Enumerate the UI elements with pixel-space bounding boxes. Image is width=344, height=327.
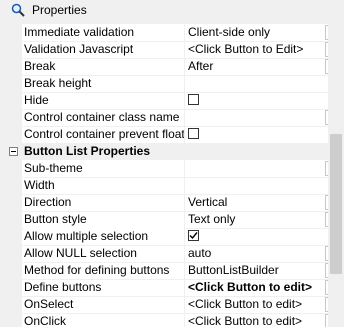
property-row-direction[interactable]: Direction Vertical [4,194,328,212]
property-name: Width [24,178,55,192]
property-row-button-style[interactable]: Button style Text only [4,211,328,229]
property-value[interactable]: Text only [188,211,322,228]
property-row-onclick[interactable]: OnClick <Click Button to edit> ••• [4,313,328,327]
scrollbar-thumb[interactable] [330,134,342,274]
property-value[interactable]: <Click Button to edit> [188,313,322,327]
property-row-onselect[interactable]: OnSelect <Click Button to edit> ••• [4,296,328,314]
minus-box-icon[interactable] [9,147,18,156]
property-name: Break [24,59,56,73]
property-name: Direction [24,195,72,209]
property-row-allow-multiple-selection[interactable]: Allow multiple selection [4,228,328,246]
property-name: OnClick [24,314,67,327]
property-value[interactable]: After [188,58,322,75]
property-name: Control container class name [24,110,180,124]
property-name: Button style [24,212,87,226]
property-row-validation-javascript[interactable]: Validation Javascript <Click Button to E… [4,41,328,59]
property-row-sub-theme[interactable]: Sub-theme ••• [4,160,328,178]
property-value[interactable] [188,75,322,92]
allow-multiple-selection-checkbox[interactable] [188,230,199,241]
property-value[interactable]: <Click Button to edit> [188,279,322,296]
property-row-hide[interactable]: Hide [4,92,328,110]
property-row-control-container-prevent-float[interactable]: Control container prevent float [4,126,328,144]
property-name: Control container prevent float [24,127,184,141]
property-row-break[interactable]: Break After [4,58,328,76]
window-title: Properties [32,3,87,17]
section-button-list-properties[interactable]: Button List Properties [4,143,328,160]
property-value[interactable]: ButtonListBuilder [188,262,322,279]
property-name: Define buttons [24,280,102,294]
prevent-float-checkbox[interactable] [188,128,199,139]
property-row-method-for-defining-buttons[interactable]: Method for defining buttons ButtonListBu… [4,262,328,280]
property-row-immediate-validation[interactable]: Immediate validation Client-side only [4,24,328,42]
property-name: Allow NULL selection [24,246,137,260]
property-name: Sub-theme [24,161,83,175]
property-row-define-buttons[interactable]: Define buttons <Click Button to edit> ••… [4,279,328,297]
property-name: Break height [24,76,92,90]
property-value[interactable] [188,177,322,194]
property-row-width[interactable]: Width [4,177,328,195]
property-value[interactable] [188,160,322,177]
property-name: Allow multiple selection [24,228,184,245]
property-value[interactable]: <Click Button to edit> [188,296,322,313]
property-name: Hide [24,93,49,107]
property-name: Method for defining buttons [24,263,170,277]
property-name: OnSelect [24,297,74,311]
property-value[interactable]: Vertical [188,194,322,211]
property-row-control-container-class-name[interactable]: Control container class name ••• [4,109,328,127]
hide-checkbox[interactable] [188,94,199,105]
property-value[interactable] [188,109,322,126]
property-grid[interactable]: Immediate validation Client-side only Va… [4,24,328,327]
property-name: Immediate validation [24,25,135,39]
property-value[interactable]: <Click Button to Edit> [188,41,322,58]
checkmark-icon [189,232,198,240]
magnifier-icon [10,2,26,18]
property-row-allow-null-selection[interactable]: Allow NULL selection auto [4,245,328,263]
property-row-break-height[interactable]: Break height [4,75,328,93]
section-label: Button List Properties [24,144,151,158]
property-value[interactable]: auto [188,245,322,262]
property-value[interactable]: Client-side only [188,24,322,41]
vertical-scrollbar[interactable] [328,24,344,327]
properties-titlebar: Properties [0,0,344,20]
property-name: Validation Javascript [24,42,134,56]
